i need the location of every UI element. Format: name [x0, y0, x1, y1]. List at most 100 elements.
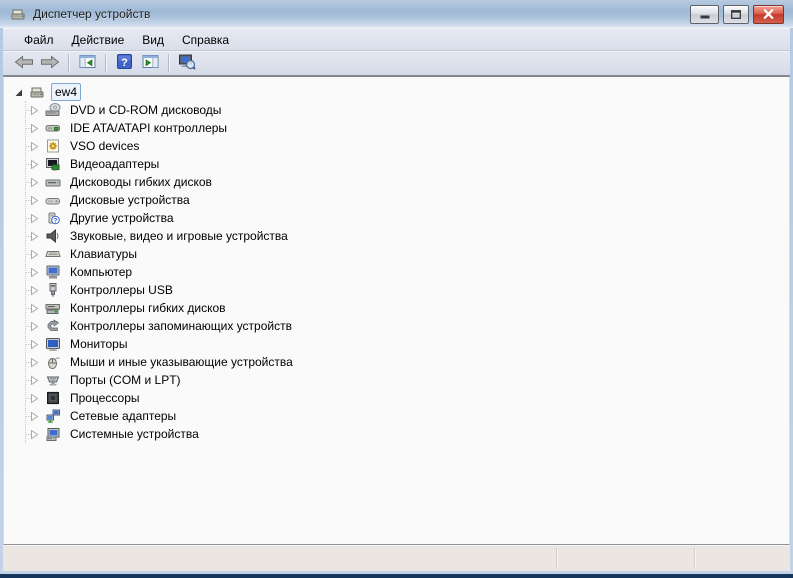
tree-item[interactable]: Звуковые, видео и игровые устройства — [4, 227, 789, 245]
toolbar: ? — [3, 51, 790, 76]
console-tree-icon — [79, 53, 96, 73]
collapsed-arrow-icon[interactable] — [30, 121, 44, 135]
menu-help[interactable]: Справка — [173, 30, 238, 50]
keyboard-icon — [44, 246, 62, 262]
action-pane-icon — [142, 53, 159, 73]
collapsed-arrow-icon[interactable] — [30, 337, 44, 351]
minimize-icon — [700, 7, 710, 22]
tree-item[interactable]: Порты (COM и LPT) — [4, 371, 789, 389]
tree-item[interactable]: Мыши и иные указывающие устройства — [4, 353, 789, 371]
toolbar-forward-button[interactable] — [38, 52, 62, 74]
tree-item-label: Компьютер — [70, 265, 133, 279]
tree-item[interactable]: Клавиатуры — [4, 245, 789, 263]
tree-item-label: Дисковые устройства — [70, 193, 190, 207]
toolbar-scan-hardware-changes-button[interactable] — [175, 52, 199, 74]
speaker-icon — [44, 228, 62, 244]
tree-item-label: Сетевые адаптеры — [70, 409, 177, 423]
floppy-controller-icon — [44, 300, 62, 316]
unknown-device-icon: ? — [44, 210, 62, 226]
collapsed-arrow-icon[interactable] — [30, 193, 44, 207]
collapsed-arrow-icon[interactable] — [30, 229, 44, 243]
video-adapter-icon — [44, 156, 62, 172]
close-icon — [763, 7, 774, 22]
device-manager-icon — [10, 6, 27, 22]
collapsed-arrow-icon[interactable] — [30, 139, 44, 153]
tree-item-label: Мониторы — [70, 337, 128, 351]
tree-item[interactable]: Процессоры — [4, 389, 789, 407]
toolbar-separator — [168, 54, 169, 72]
window-title: Диспетчер устройств — [33, 7, 151, 21]
menu-action[interactable]: Действие — [63, 30, 134, 50]
tree-item[interactable]: Контроллеры гибких дисков — [4, 299, 789, 317]
usb-icon — [44, 282, 62, 298]
collapsed-arrow-icon[interactable] — [30, 175, 44, 189]
tree-item-label: DVD и CD-ROM дисководы — [70, 103, 222, 117]
disk-drive-icon — [44, 192, 62, 208]
minimize-button[interactable] — [690, 5, 719, 24]
tree-item[interactable]: Дисководы гибких дисков — [4, 173, 789, 191]
arrow-right-icon — [40, 54, 60, 72]
tree-item[interactable]: Мониторы — [4, 335, 789, 353]
toolbar-show-console-tree-button[interactable] — [75, 52, 99, 74]
tree-item-label: Дисководы гибких дисков — [70, 175, 212, 189]
toolbar-separator — [105, 54, 106, 72]
collapsed-arrow-icon[interactable] — [30, 427, 44, 441]
toolbar-help-button[interactable]: ? — [112, 52, 136, 74]
collapsed-arrow-icon[interactable] — [30, 283, 44, 297]
tree-item-label: Контроллеры USB — [70, 283, 173, 297]
collapsed-arrow-icon[interactable] — [30, 319, 44, 333]
tree-item[interactable]: DVD и CD-ROM дисководы — [4, 101, 789, 119]
scan-hardware-icon — [178, 53, 196, 74]
collapsed-arrow-icon[interactable] — [30, 409, 44, 423]
tree-item-label: IDE ATA/ATAPI контроллеры — [70, 121, 228, 135]
tree-item-label: Звуковые, видео и игровые устройства — [70, 229, 288, 243]
collapsed-arrow-icon[interactable] — [30, 247, 44, 261]
tree-item[interactable]: Контроллеры USB — [4, 281, 789, 299]
collapsed-arrow-icon[interactable] — [30, 103, 44, 117]
toolbar-back-button[interactable] — [12, 52, 36, 74]
ide-controller-icon — [44, 120, 62, 136]
maximize-icon — [731, 7, 741, 22]
collapsed-arrow-icon[interactable] — [30, 211, 44, 225]
tree-item[interactable]: Дисковые устройства — [4, 191, 789, 209]
collapsed-arrow-icon[interactable] — [30, 301, 44, 315]
monitor-icon — [44, 336, 62, 352]
menu-view[interactable]: Вид — [133, 30, 173, 50]
tree-item[interactable]: ? Другие устройства — [4, 209, 789, 227]
collapsed-arrow-icon[interactable] — [30, 373, 44, 387]
collapsed-arrow-icon[interactable] — [30, 265, 44, 279]
menu-file[interactable]: Файл — [15, 30, 63, 50]
toolbar-show-action-pane-button[interactable] — [138, 52, 162, 74]
tree-item[interactable]: Видеоадаптеры — [4, 155, 789, 173]
title-bar[interactable]: Диспетчер устройств — [0, 0, 793, 28]
vso-gear-icon — [44, 138, 62, 154]
tree-item-label: Другие устройства — [70, 211, 174, 225]
tree-item-label: VSO devices — [70, 139, 140, 153]
tree-item[interactable]: Сетевые адаптеры — [4, 407, 789, 425]
tree-item[interactable]: Компьютер — [4, 263, 789, 281]
tree-item-label: Процессоры — [70, 391, 140, 405]
tree-item-label: Мыши и иные указывающие устройства — [70, 355, 293, 369]
tree-root-item[interactable]: ew4 — [4, 83, 789, 101]
tree-item[interactable]: Контроллеры запоминающих устройств — [4, 317, 789, 335]
svg-text:?: ? — [54, 218, 58, 225]
tree-item-label: Видеоадаптеры — [70, 157, 160, 171]
system-device-icon — [44, 426, 62, 442]
status-section — [3, 545, 556, 571]
tree-item[interactable]: IDE ATA/ATAPI контроллеры — [4, 119, 789, 137]
collapsed-arrow-icon[interactable] — [30, 157, 44, 171]
status-bar — [3, 545, 790, 571]
collapsed-arrow-icon[interactable] — [30, 391, 44, 405]
computer-icon — [44, 264, 62, 280]
expanded-arrow-icon[interactable] — [14, 85, 28, 99]
maximize-button[interactable] — [723, 5, 749, 24]
status-section — [556, 545, 694, 571]
tree-item[interactable]: Системные устройства — [4, 425, 789, 443]
collapsed-arrow-icon[interactable] — [30, 355, 44, 369]
dvd-drive-icon — [44, 102, 62, 118]
device-tree-pane[interactable]: ew4 DVD и CD-ROM дисководы IDE ATA/ATAPI к… — [3, 76, 790, 545]
tree-item-label: Контроллеры гибких дисков — [70, 301, 226, 315]
tree-item[interactable]: VSO devices — [4, 137, 789, 155]
close-button[interactable] — [753, 5, 784, 24]
arrow-left-icon — [14, 54, 34, 72]
